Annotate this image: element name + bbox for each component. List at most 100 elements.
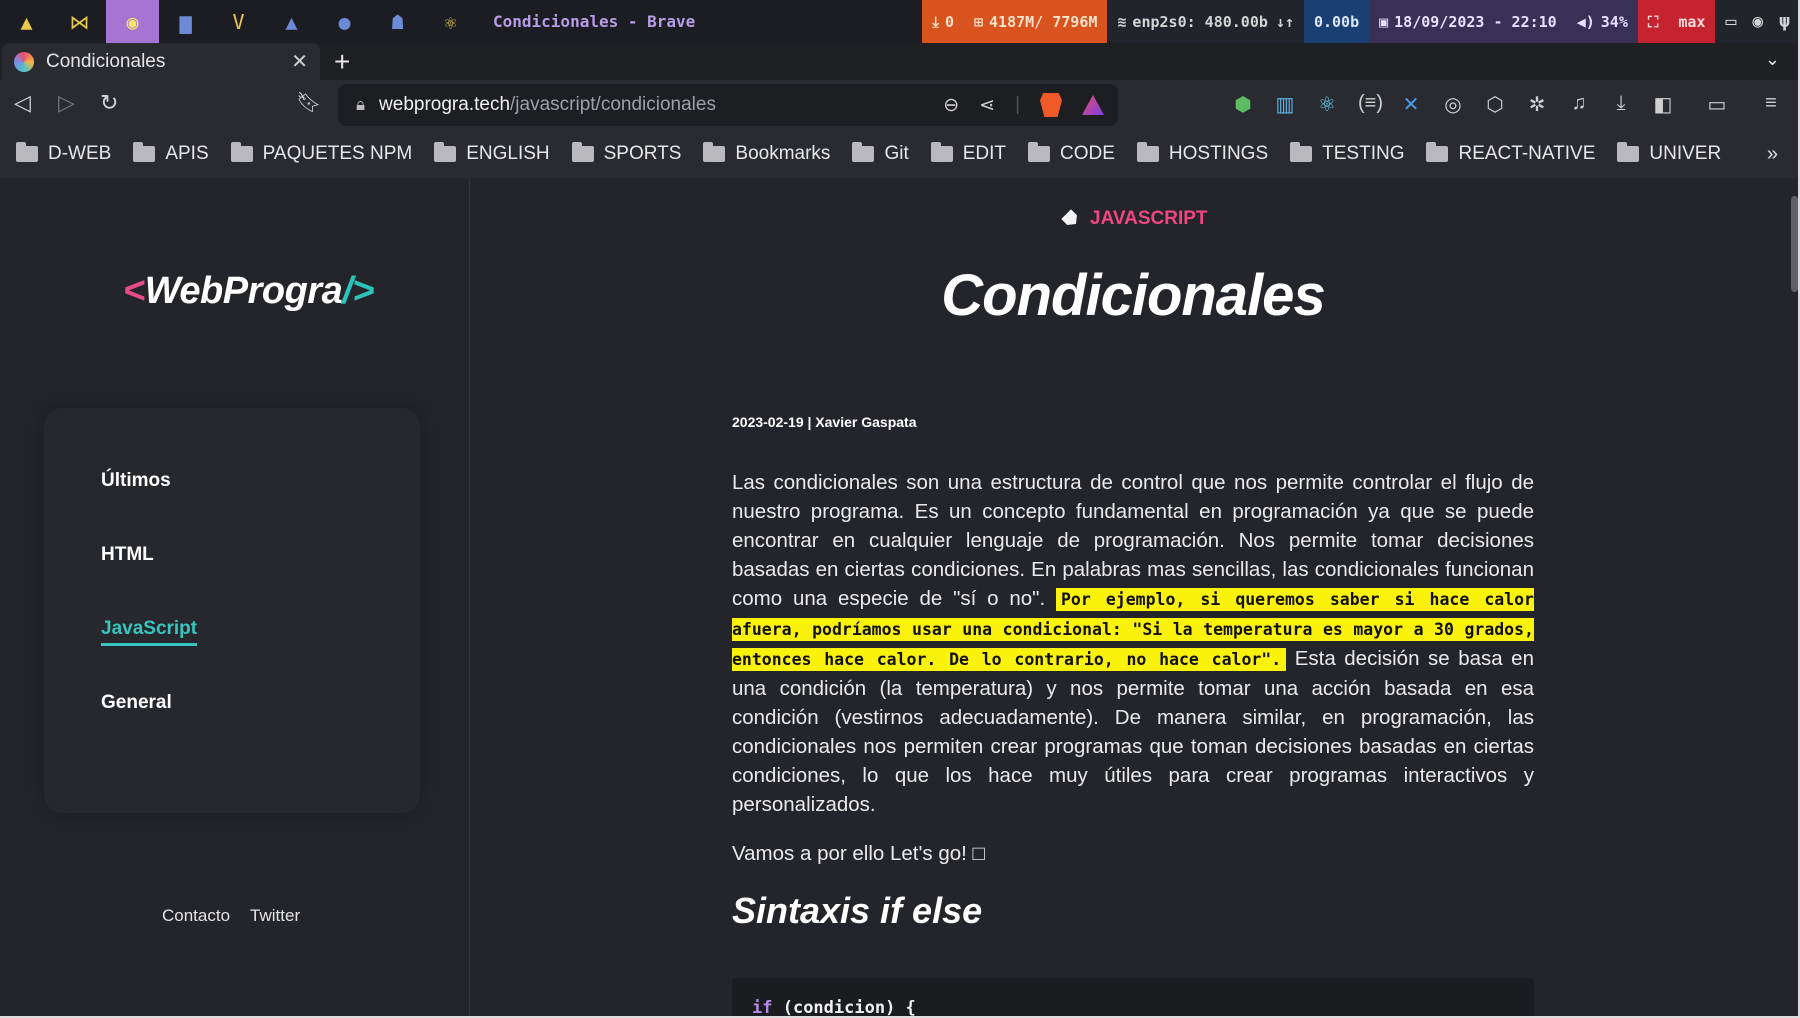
update-icon[interactable]: ◉ [1752, 11, 1763, 32]
nav-item-general[interactable]: General [101, 692, 172, 714]
bookmark-folder[interactable]: D-WEB [16, 142, 111, 165]
close-icon[interactable]: ✕ [291, 49, 308, 74]
bookmark-folder[interactable]: UNIVER [1617, 142, 1721, 165]
sidebar-nav: Últimos HTML JavaScript General [44, 408, 420, 813]
downloads-status: ⤓ 0 [922, 0, 964, 43]
brave-shields-icon[interactable] [1040, 93, 1062, 117]
page-scrollbar[interactable] [1791, 196, 1798, 292]
bookmark-folder[interactable]: HOSTINGS [1136, 142, 1268, 165]
vim-icon[interactable]: V [212, 0, 265, 43]
new-tab-icon[interactable]: + [334, 46, 350, 78]
screen-icon[interactable]: ▭ [1725, 11, 1736, 32]
share-icon[interactable]: ⋖ [979, 94, 995, 117]
usb-icon[interactable]: ψ [1779, 11, 1790, 32]
contact-link[interactable]: Contacto [162, 906, 230, 926]
music-icon[interactable]: ♫ [1568, 92, 1590, 117]
bookmarks-bar: D-WEB APIS PAQUETES NPM ENGLISH SPORTS B… [0, 130, 1800, 178]
bookmark-folder[interactable]: SPORTS [571, 142, 681, 165]
net-rate-status: 0.00b [1303, 0, 1370, 43]
url-path: /javascript/condicionales [510, 94, 716, 115]
calendar-icon: ▣ [1379, 12, 1389, 31]
target-icon[interactable]: ◎ [1442, 92, 1464, 117]
speaker-icon: ◀) [1576, 12, 1595, 31]
sidebar: <WebProgra/> Últimos HTML JavaScript Gen… [0, 178, 470, 1018]
bookmark-folder[interactable]: APIS [133, 142, 209, 165]
menu-icon[interactable]: ≡ [1760, 92, 1782, 117]
wifi-icon: ≋ [1117, 12, 1127, 31]
puzzle-icon[interactable]: ✲ [1526, 92, 1548, 117]
shield-icon[interactable]: ⬡ [1484, 92, 1506, 117]
react-devtools-icon[interactable]: ⚛ [1316, 92, 1338, 117]
category-tag[interactable]: JAVASCRIPT [1064, 208, 1208, 230]
extension-icon[interactable]: ⬢ [1232, 92, 1254, 117]
bookmark-folder[interactable]: PAQUETES NPM [230, 142, 412, 165]
tag-icon [1061, 209, 1081, 229]
fullscreen-icon: ⛶ [1647, 12, 1659, 31]
tab-manager-icon[interactable]: ▥ [1274, 92, 1296, 117]
atom-icon[interactable]: ⚛ [424, 0, 477, 43]
volume-status[interactable]: ◀) 34% [1566, 0, 1638, 43]
bookmark-folder[interactable]: Git [852, 142, 909, 165]
bookmark-folder[interactable]: CODE [1028, 142, 1115, 165]
download-icon[interactable]: ⤓ [1610, 92, 1632, 117]
code-text: (condicion) { [772, 998, 916, 1018]
code-keyword: if [752, 998, 773, 1018]
color-picker-icon[interactable]: ✕ [1400, 92, 1422, 117]
folder-icon[interactable]: ▆ [159, 0, 212, 43]
divider: | [1015, 94, 1020, 115]
address-bar[interactable]: 🔒︎ webprogra.tech/javascript/condicional… [338, 84, 1118, 126]
bookmark-folder[interactable]: ENGLISH [434, 142, 550, 165]
bookmark-icon[interactable]: 🔖︎ [296, 90, 321, 115]
section-heading: Sintaxis if else [732, 890, 983, 931]
bookmark-folder[interactable]: TESTING [1290, 142, 1404, 165]
folder-icon [1617, 142, 1640, 162]
tray: ▭ ◉ ψ [1715, 0, 1800, 43]
folder-icon [434, 142, 457, 162]
vlc-icon[interactable]: ▲ [265, 0, 318, 43]
article-title: Condicionales [941, 263, 1325, 328]
folder-icon [571, 142, 594, 162]
sidebar-icon[interactable]: ◧ [1652, 92, 1674, 117]
folder-icon [1136, 142, 1159, 162]
zoom-out-icon[interactable]: ⊖ [943, 94, 959, 117]
spotify-icon[interactable]: ● [318, 0, 371, 43]
lets-go-text: Vamos a por ello Let's go! □ [732, 842, 985, 865]
vscode-icon[interactable]: ⋈ [53, 0, 106, 43]
web-page: <WebProgra/> Últimos HTML JavaScript Gen… [0, 178, 1800, 1018]
footer-links: Contacto Twitter [162, 906, 300, 926]
datetime-status: ▣ 18/09/2023 - 22:10 [1369, 0, 1567, 43]
discord-icon[interactable]: ☗ [371, 0, 424, 43]
rewards-badge: 3 [1098, 95, 1104, 101]
bookmark-folder[interactable]: EDIT [930, 142, 1006, 165]
url-host: webprogra.tech [379, 94, 511, 115]
browser-workspace-icon[interactable]: ◉ [106, 0, 159, 43]
json-viewer-icon[interactable]: (≡) [1358, 92, 1383, 117]
memory-status: ⊞ 4187M/ 7796M [963, 0, 1108, 43]
arch-icon[interactable]: ▲ [0, 0, 53, 43]
wallet-icon[interactable]: ▭ [1706, 92, 1728, 117]
folder-icon [852, 142, 875, 162]
nav-item-ultimos[interactable]: Últimos [101, 470, 171, 492]
folder-icon [930, 142, 953, 162]
brave-rewards-icon[interactable]: 3 [1082, 95, 1104, 115]
bookmark-folder[interactable]: Bookmarks [703, 142, 830, 165]
site-logo[interactable]: <WebProgra/> [123, 270, 374, 313]
folder-icon [133, 142, 156, 162]
chevron-down-icon[interactable]: ⌄ [1765, 49, 1780, 70]
tab-condicionales[interactable]: Condicionales ✕ [2, 43, 320, 80]
reload-icon[interactable]: ↻ [100, 90, 118, 116]
folder-icon [1290, 142, 1313, 162]
back-icon[interactable]: ◁ [14, 90, 31, 116]
forward-icon[interactable]: ▷ [58, 90, 75, 116]
browser-chrome: Condicionales ✕ + ⌄ ◁ ▷ ↻ 🔖︎ 🔒︎ webprogr… [0, 43, 1800, 178]
twitter-link[interactable]: Twitter [250, 906, 300, 926]
folder-icon [1028, 142, 1050, 162]
bookmark-folder[interactable]: REACT-NATIVE [1426, 142, 1595, 165]
layout-status[interactable]: ⛶ max [1637, 0, 1716, 43]
lock-icon: 🔒︎ [356, 95, 366, 114]
more-bookmarks-icon[interactable]: » [1767, 143, 1778, 166]
nav-item-html[interactable]: HTML [101, 544, 154, 566]
folder-icon [16, 142, 38, 162]
nav-item-javascript[interactable]: JavaScript [101, 618, 198, 646]
download-icon: ⤓ [932, 12, 939, 31]
